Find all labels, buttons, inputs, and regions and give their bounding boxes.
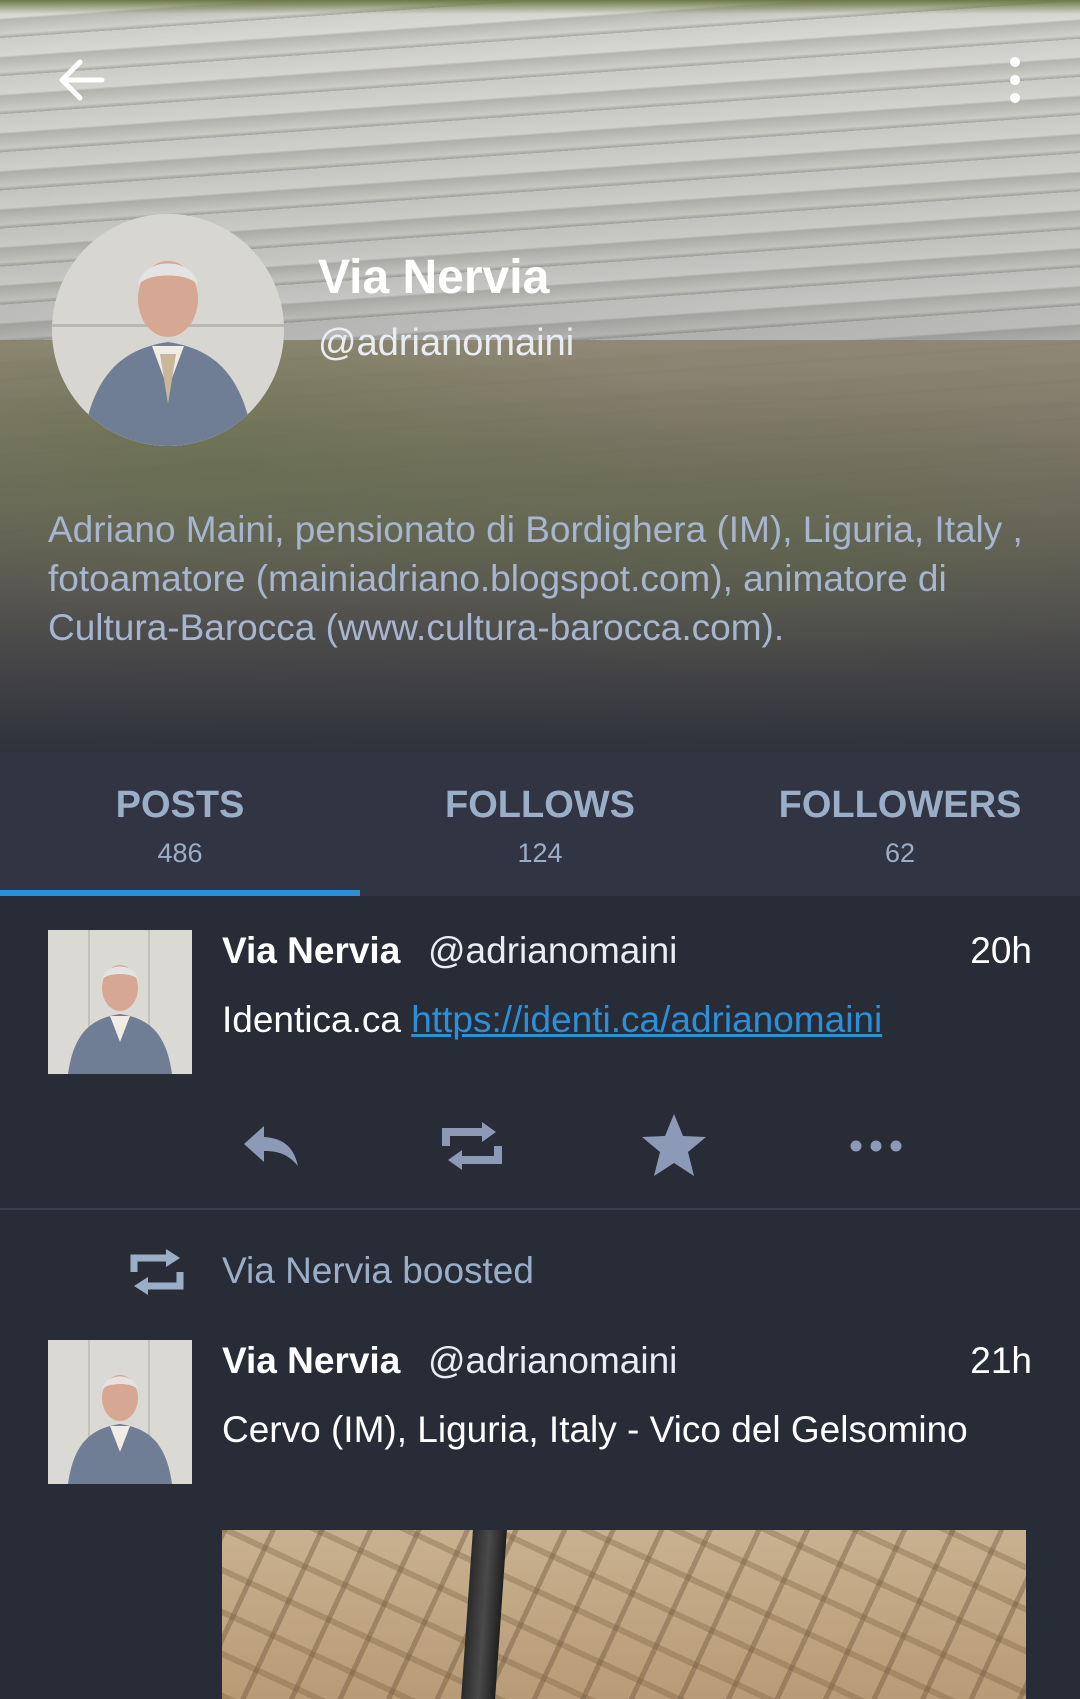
tab-follows[interactable]: FOLLOWS 124 (360, 752, 720, 896)
post-media-image[interactable] (222, 1530, 1026, 1699)
post-text: Identica.ca (222, 999, 412, 1040)
boost-label[interactable]: Via Nervia boosted (222, 1250, 534, 1292)
media-drainpipe (461, 1530, 507, 1699)
post-avatar[interactable] (48, 1340, 192, 1484)
post-handle[interactable]: @adrianomaini (428, 1340, 677, 1382)
post-content: Identica.ca https://identi.ca/adrianomai… (222, 996, 1032, 1044)
tab-followers[interactable]: FOLLOWERS 62 (720, 752, 1080, 896)
more-options-button[interactable] (990, 50, 1040, 110)
reply-button[interactable] (230, 1106, 310, 1186)
header-grass (0, 0, 1080, 14)
back-arrow-icon (59, 59, 105, 101)
favourite-icon (642, 1114, 706, 1176)
more-vertical-icon (1010, 57, 1020, 103)
boost-icon (130, 1249, 184, 1295)
back-button[interactable] (50, 50, 120, 110)
tab-posts-count: 486 (157, 838, 203, 868)
post-handle[interactable]: @adrianomaini (428, 930, 677, 972)
favourite-button[interactable] (634, 1106, 714, 1186)
post-content: Cervo (IM), Liguria, Italy - Vico del Ge… (222, 1409, 968, 1450)
avatar-image (48, 930, 192, 1074)
post-avatar[interactable] (48, 930, 192, 1074)
reply-icon (244, 1126, 298, 1166)
boost-icon (442, 1122, 502, 1170)
boost-button[interactable] (432, 1106, 512, 1186)
tab-followers-label: FOLLOWERS (778, 784, 1022, 826)
profile-tabs: POSTS 486 FOLLOWS 124 FOLLOWERS 62 (0, 752, 1080, 896)
tab-follows-count: 124 (517, 838, 563, 868)
tab-posts-label: POSTS (115, 784, 245, 826)
avatar-image (48, 1340, 192, 1484)
status-post[interactable]: Via Nervia @adrianomaini 20h Identica.ca… (0, 896, 1080, 1210)
profile-display-name: Via Nervia (318, 251, 550, 304)
tab-posts[interactable]: POSTS 486 (0, 752, 360, 896)
profile-avatar[interactable] (52, 214, 284, 446)
post-timestamp: 20h (970, 930, 1032, 971)
post-more-button[interactable] (836, 1106, 916, 1186)
post-link[interactable]: https://identi.ca/adrianomaini (411, 999, 882, 1040)
post-timestamp: 21h (970, 1340, 1032, 1381)
post-display-name[interactable]: Via Nervia (222, 930, 400, 972)
more-horizontal-icon (850, 1140, 902, 1152)
boosted-indicator (126, 1242, 188, 1302)
avatar-image (52, 214, 284, 446)
profile-bio: Adriano Maini, pensionato di Bordighera … (48, 509, 1023, 648)
tab-followers-count: 62 (884, 838, 916, 868)
profile-handle: @adrianomaini (318, 322, 575, 364)
post-display-name[interactable]: Via Nervia (222, 1340, 400, 1382)
tab-follows-label: FOLLOWS (445, 784, 635, 826)
post-divider (0, 1208, 1080, 1210)
